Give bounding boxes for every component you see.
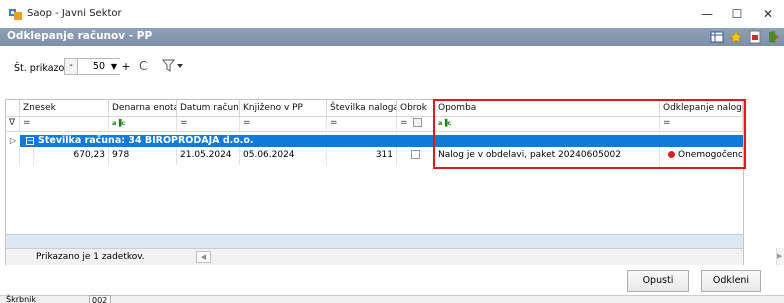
cell-stevilka-naloga[interactable]: 311 — [327, 147, 397, 165]
refresh-icon[interactable]: C — [139, 59, 153, 73]
export-grid-icon[interactable] — [710, 30, 724, 44]
unlock-button[interactable]: Odkleni — [701, 270, 761, 292]
column-header-denarna-enota[interactable]: Denarna enota — [109, 100, 177, 116]
obrok-checkbox[interactable] — [411, 150, 420, 159]
cancel-button[interactable]: Opusti — [627, 270, 689, 292]
cell-knjizeno-v-pp[interactable]: 05.06.2024 — [240, 147, 327, 165]
form-title: Odklepanje računov - PP — [7, 30, 153, 42]
column-header-datum-racuna[interactable]: Datum računa — [177, 100, 240, 116]
column-header-znesek[interactable]: Znesek — [20, 100, 109, 116]
scroll-right-button[interactable]: ▶ — [776, 248, 784, 265]
maximize-button[interactable]: ☐ — [727, 6, 747, 22]
text-filter-icon: a▐c — [112, 119, 126, 127]
row-indicator — [6, 147, 20, 165]
footer-value-field[interactable]: 002 — [89, 295, 111, 303]
highlight-box — [433, 99, 746, 169]
exit-door-icon[interactable] — [767, 30, 781, 44]
grid-summary-band — [6, 234, 743, 248]
window-titlebar: Saop - Javni Sektor — ☐ ✕ — [0, 0, 784, 28]
filter-stevilka-naloga[interactable]: = — [327, 117, 397, 131]
record-count: Prikazano je 1 zadetkov. — [36, 252, 145, 262]
filter-obrok-checkbox[interactable] — [413, 118, 423, 127]
group-expand-marker[interactable]: ▷ — [6, 135, 20, 147]
scroll-left-button[interactable]: ◀ — [196, 251, 211, 263]
column-header-obrok[interactable]: Obrok — [397, 100, 435, 116]
column-header-stevilka-naloga[interactable]: Številka naloga — [327, 100, 397, 116]
cell-znesek[interactable]: 670,23 — [34, 147, 109, 165]
favorite-star-icon[interactable] — [729, 30, 743, 44]
minimize-button[interactable]: — — [697, 6, 717, 22]
filter-znesek[interactable]: = — [20, 117, 109, 131]
grid-status-row: Prikazano je 1 zadetkov. ◀ — [6, 248, 743, 265]
filter-dropdown-icon[interactable] — [162, 59, 184, 73]
row-indicator-header — [6, 100, 20, 116]
filter-denarna-enota[interactable]: a▐c — [109, 117, 177, 131]
footer-label: Škrbnik — [6, 295, 37, 303]
filter-row-icon: ∇ — [6, 117, 20, 131]
close-button[interactable]: ✕ — [758, 6, 778, 22]
cell-obrok[interactable] — [397, 147, 435, 165]
page-size-dropdown-icon[interactable]: ▼ — [108, 58, 120, 75]
group-label: Številka računa: 34 BIROPRODAJA d.o.o. — [38, 135, 254, 146]
app-icon — [9, 9, 22, 20]
filter-datum-racuna[interactable]: = — [177, 117, 240, 131]
page-size-label: Št. prikazov — [14, 63, 70, 74]
toolbar: Št. prikazov - 50 ▼ + C — [0, 46, 784, 94]
cell-denarna-enota[interactable]: 978 — [109, 147, 177, 165]
window-title: Saop - Javni Sektor — [27, 8, 122, 19]
filter-knjizeno-v-pp[interactable]: = — [240, 117, 327, 131]
page-size-increase-button[interactable]: + — [121, 59, 131, 74]
filter-obrok[interactable]: = — [397, 117, 435, 131]
filter-obrok-eq: = — [400, 118, 408, 128]
page-size-decrease-button[interactable]: - — [64, 58, 78, 75]
group-indent — [20, 147, 34, 165]
footer-bar: Škrbnik 002 — [0, 295, 784, 303]
form-header: Odklepanje računov - PP — [0, 28, 784, 46]
group-collapse-icon[interactable]: − — [26, 137, 34, 145]
column-header-knjizeno-v-pp[interactable]: Knjiženo v PP — [240, 100, 327, 116]
cell-datum-racuna[interactable]: 21.05.2024 — [177, 147, 240, 165]
page-size-input[interactable]: 50 — [78, 58, 108, 75]
pdf-export-icon[interactable] — [748, 30, 762, 44]
